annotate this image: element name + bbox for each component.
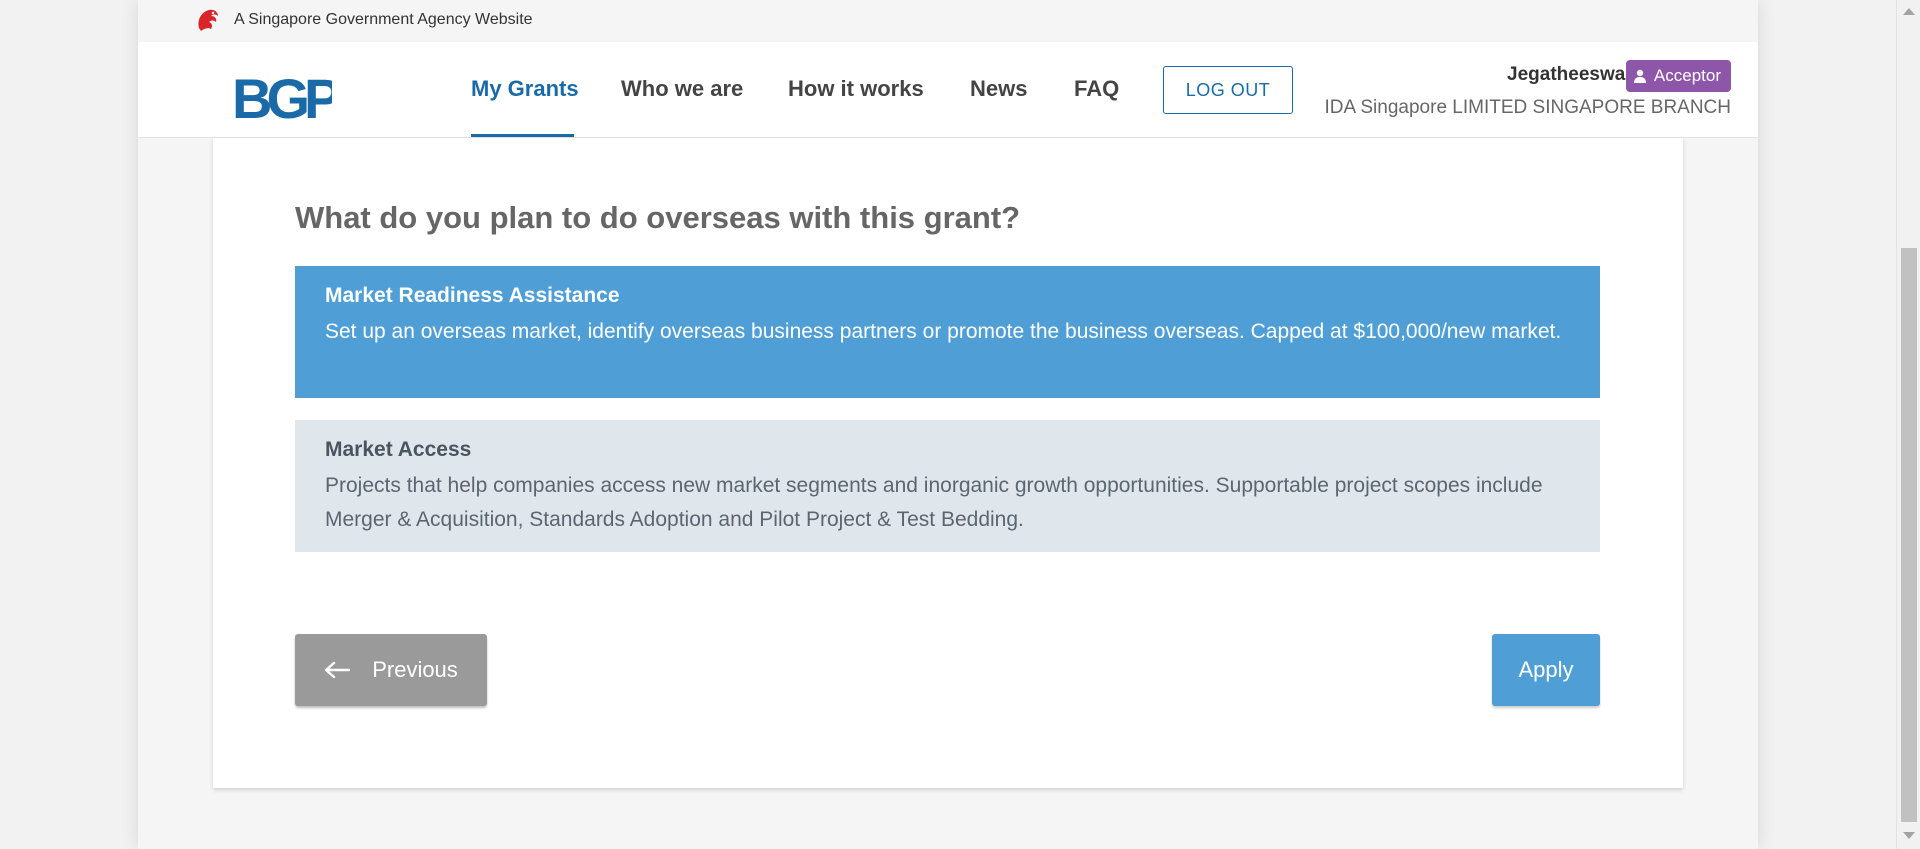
previous-button-label: Previous — [372, 657, 458, 682]
option-market-access[interactable]: Market Access Projects that help compani… — [295, 420, 1600, 552]
main-navbar: BGP My Grants Who we are How it works Ne… — [138, 42, 1758, 138]
bgp-logo[interactable]: BGP — [232, 70, 332, 122]
option-description: Projects that help companies access new … — [325, 474, 1543, 531]
role-badge: Acceptor — [1625, 60, 1731, 92]
page-shell: A Singapore Government Agency Website BG… — [138, 0, 1758, 849]
option-title: Market Readiness Assistance — [325, 284, 620, 307]
government-banner: A Singapore Government Agency Website — [138, 0, 1758, 42]
option-title: Market Access — [325, 438, 472, 461]
previous-button[interactable]: Previous — [295, 634, 487, 706]
active-nav-indicator — [471, 134, 574, 137]
option-description: Set up an overseas market, identify over… — [325, 320, 1562, 343]
arrow-left-icon — [325, 661, 351, 679]
option-market-readiness-assistance[interactable]: Market Readiness Assistance Set up an ov… — [295, 266, 1600, 398]
nav-who-we-are[interactable]: Who we are — [621, 76, 743, 102]
grant-type-card: What do you plan to do overseas with thi… — [213, 138, 1683, 788]
scroll-up-icon[interactable] — [1903, 8, 1915, 15]
nav-news[interactable]: News — [970, 76, 1027, 102]
government-banner-text: A Singapore Government Agency Website — [234, 11, 533, 28]
user-name: Jegatheeswari — [1507, 64, 1638, 85]
apply-button[interactable]: Apply — [1492, 634, 1600, 706]
organization-name: IDA Singapore LIMITED SINGAPORE BRANCH — [1324, 97, 1731, 118]
role-label: Acceptor — [1653, 66, 1721, 85]
bgp-logo-text: BGP — [232, 70, 332, 122]
question-heading: What do you plan to do overseas with thi… — [295, 200, 1021, 235]
scrollbar-thumb[interactable] — [1901, 248, 1917, 822]
nav-my-grants[interactable]: My Grants — [471, 76, 579, 102]
nav-how-it-works[interactable]: How it works — [788, 76, 924, 102]
logout-button[interactable]: LOG OUT — [1163, 66, 1293, 114]
scroll-down-icon[interactable] — [1903, 832, 1915, 839]
merlion-icon — [198, 9, 218, 31]
nav-faq[interactable]: FAQ — [1074, 76, 1119, 102]
page-scrollbar[interactable] — [1896, 0, 1920, 849]
user-icon — [1633, 69, 1646, 83]
